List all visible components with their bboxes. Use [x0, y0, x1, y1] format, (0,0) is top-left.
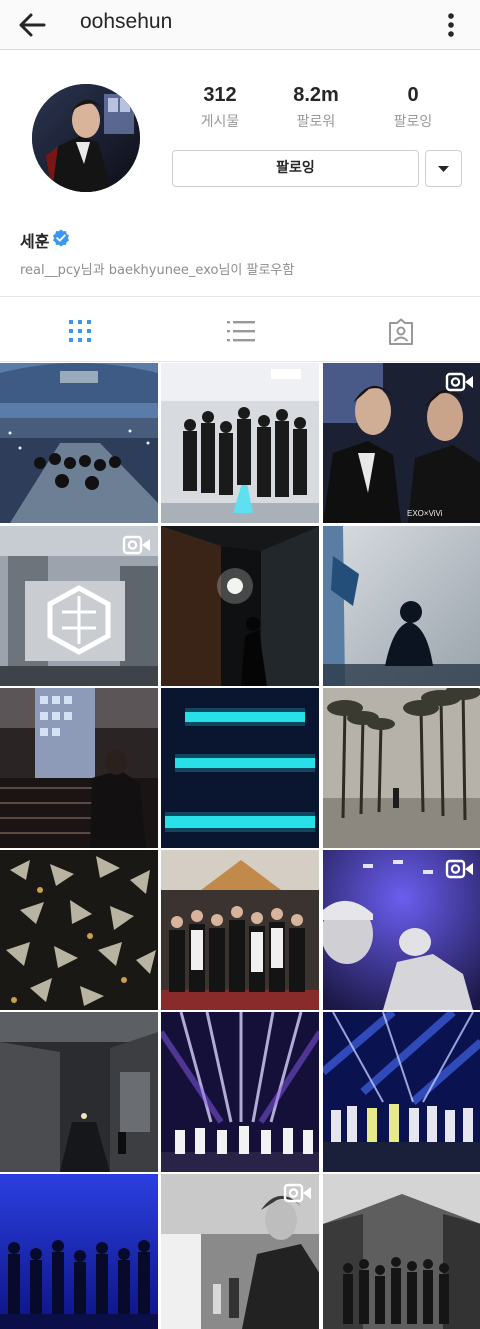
tagged-icon [389, 318, 413, 345]
more-options-button[interactable] [436, 6, 466, 44]
profile-tabs [0, 298, 480, 362]
video-indicator-icon [445, 372, 473, 392]
back-arrow-icon [19, 13, 46, 37]
posts-count: 312 [203, 84, 237, 106]
post-magazine-portrait[interactable]: EXO×ViVi [323, 363, 480, 523]
list-icon [227, 321, 255, 342]
avatar[interactable] [32, 84, 140, 192]
svg-text:EXO×ViVi: EXO×ViVi [407, 509, 443, 518]
post-bw-street-group[interactable] [323, 1174, 480, 1329]
top-bar: oohsehun [0, 0, 480, 50]
post-stage-blue-lights[interactable] [323, 1012, 480, 1172]
post-shadow-silhouette[interactable] [323, 526, 480, 686]
post-concert-stage[interactable] [0, 363, 158, 523]
following-button[interactable]: 팔로잉 [172, 150, 419, 187]
post-stage-purple-lights[interactable] [161, 1012, 319, 1172]
post-bw-candid[interactable] [161, 1174, 319, 1329]
posts-stat[interactable]: 312 게시물 [170, 84, 270, 131]
suggestions-dropdown-button[interactable] [425, 150, 462, 187]
tab-list[interactable] [160, 298, 320, 362]
video-indicator-icon [445, 859, 473, 879]
post-selfie-video[interactable] [323, 850, 480, 1010]
following-count: 0 [407, 84, 419, 106]
following-stat[interactable]: 0 팔로잉 [363, 84, 463, 131]
post-palm-trees[interactable] [323, 688, 480, 848]
posts-label: 게시물 [200, 114, 240, 130]
post-group-backstage[interactable] [161, 363, 319, 523]
tab-tagged[interactable] [320, 298, 480, 362]
post-neon-lines[interactable] [161, 688, 319, 848]
post-night-building[interactable] [0, 688, 158, 848]
following-label: 팔로잉 [393, 114, 433, 130]
followers-count: 8.2m [293, 84, 339, 106]
verified-badge-icon [53, 229, 69, 247]
followed-by-text[interactable]: real__pcy님과 baekhyunee_exo님이 팔로우함 [20, 259, 294, 278]
profile-full-name: 세훈 [20, 232, 50, 251]
post-night-street[interactable] [0, 1012, 158, 1172]
video-indicator-icon [283, 1183, 311, 1203]
followers-label: 팔로워 [296, 114, 336, 130]
post-blue-stage-dancers[interactable] [0, 1174, 158, 1329]
profile-username: oohsehun [80, 10, 173, 33]
grid-icon [69, 320, 91, 342]
tab-grid[interactable] [0, 298, 160, 362]
post-awards-group[interactable] [161, 850, 319, 1010]
caret-down-icon [438, 166, 449, 172]
profile-header: 312 게시물 8.2m 팔로워 0 팔로잉 팔로잉 세훈 real__pcy님… [0, 51, 480, 297]
more-vertical-icon [448, 13, 454, 37]
back-button[interactable] [14, 6, 52, 44]
video-indicator-icon [122, 535, 150, 555]
followers-stat[interactable]: 8.2m 팔로워 [266, 84, 366, 131]
post-dark-alley[interactable] [161, 526, 319, 686]
post-shibuya-billboard[interactable] [0, 526, 158, 686]
post-paper-installation[interactable] [0, 850, 158, 1010]
